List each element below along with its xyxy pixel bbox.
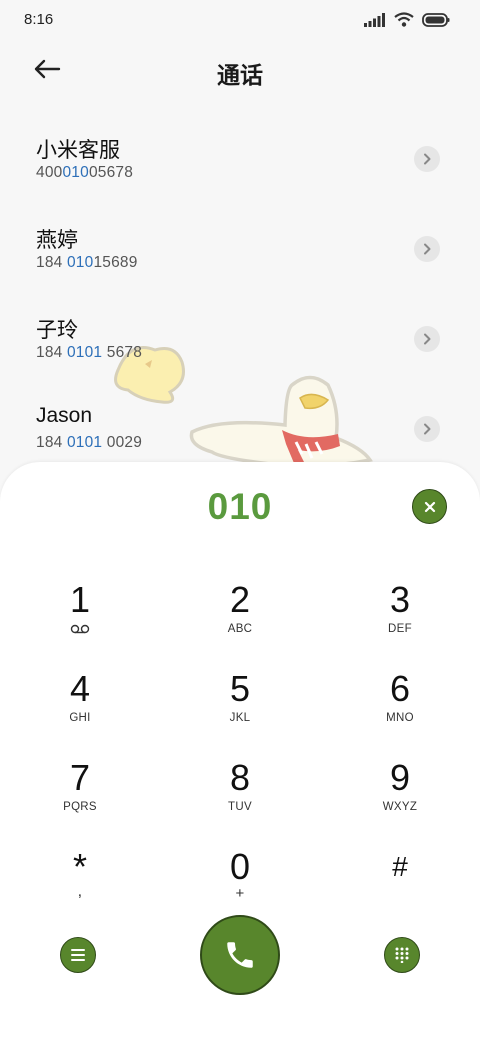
voicemail-icon <box>70 624 90 634</box>
contact-result-item[interactable]: 子玲 184 0101 5678 <box>0 292 480 382</box>
dial-key-6[interactable]: 6 MNO <box>340 669 460 749</box>
menu-icon <box>71 949 85 961</box>
contact-number: 184 01015689 <box>36 254 138 271</box>
key-letters: GHI <box>69 712 91 724</box>
status-icons <box>364 12 450 27</box>
key-letters: + <box>235 885 245 902</box>
key-digit: * <box>72 846 87 887</box>
contact-name: 小米客服 <box>36 139 120 162</box>
call-button[interactable] <box>200 915 280 995</box>
page-title: 通话 <box>217 62 263 88</box>
key-letters: TUV <box>228 801 252 813</box>
menu-button[interactable] <box>60 937 96 973</box>
dial-key-8[interactable]: 8 TUV <box>180 758 300 838</box>
key-digit: 3 <box>389 579 411 620</box>
chevron-right-icon <box>424 333 431 345</box>
contact-number: 184 0101 5678 <box>36 344 143 361</box>
status-bar: 8:16 <box>0 0 480 44</box>
key-digit: # <box>392 851 408 882</box>
dial-key-5[interactable]: 5 JKL <box>180 669 300 749</box>
key-digit: 0 <box>229 846 251 887</box>
header: 通话 <box>0 44 480 96</box>
contact-result-item[interactable]: 燕婷 184 01015689 <box>0 202 480 292</box>
signal-icon <box>364 12 385 27</box>
dial-key-4[interactable]: 4 GHI <box>20 669 140 749</box>
key-digit: 8 <box>229 757 251 798</box>
keypad-icon <box>395 947 409 963</box>
key-digit: 1 <box>69 579 91 620</box>
contact-detail-button[interactable] <box>414 326 440 352</box>
contact-result-item[interactable]: 小米客服 40001005678 <box>0 112 480 202</box>
key-digit: 5 <box>229 668 251 709</box>
close-icon <box>424 501 435 512</box>
key-digit: 9 <box>389 757 411 798</box>
phone-icon <box>227 942 253 968</box>
contact-results-list: 小米客服 40001005678 燕婷 184 01015689 子玲 184 … <box>0 112 480 472</box>
dialpad-panel: 010 1 2 ABC 3 DEF 4 GHI 5 JKL 6 MNO 7 PQ… <box>0 462 480 1040</box>
dial-key-hash[interactable]: # <box>340 847 460 927</box>
contact-detail-button[interactable] <box>414 236 440 262</box>
wifi-icon <box>394 12 414 27</box>
key-letters: WXYZ <box>382 801 418 813</box>
dial-key-2[interactable]: 2 ABC <box>180 580 300 660</box>
key-digit: 4 <box>69 668 91 709</box>
key-digit: 2 <box>229 579 251 620</box>
dial-key-3[interactable]: 3 DEF <box>340 580 460 660</box>
key-digit: 7 <box>69 757 91 798</box>
contact-number: 184 0101 0029 <box>36 434 143 451</box>
contact-number: 40001005678 <box>36 164 134 181</box>
battery-icon <box>422 12 450 27</box>
dial-key-1[interactable]: 1 <box>20 580 140 660</box>
dial-key-star[interactable]: * , <box>20 847 140 927</box>
contact-name: 燕婷 <box>36 229 78 252</box>
key-letters: , <box>77 883 83 900</box>
dialed-number-display: 010 <box>207 486 273 527</box>
clear-input-button[interactable] <box>412 489 447 524</box>
contact-name: Jason <box>36 404 93 427</box>
chevron-right-icon <box>424 153 431 165</box>
key-letters: MNO <box>386 712 414 724</box>
dial-key-9[interactable]: 9 WXYZ <box>340 758 460 838</box>
key-letters: JKL <box>229 712 251 724</box>
contact-detail-button[interactable] <box>414 146 440 172</box>
key-letters: ABC <box>227 623 253 635</box>
key-digit: 6 <box>389 668 411 709</box>
key-letters: DEF <box>388 623 412 635</box>
keypad-toggle-button[interactable] <box>384 937 420 973</box>
status-time: 8:16 <box>24 11 54 28</box>
chevron-right-icon <box>424 423 431 435</box>
chevron-right-icon <box>424 243 431 255</box>
contact-detail-button[interactable] <box>414 416 440 442</box>
contact-result-item[interactable]: Jason 184 0101 0029 <box>0 382 480 472</box>
dial-key-7[interactable]: 7 PQRS <box>20 758 140 838</box>
contact-name: 子玲 <box>36 319 78 342</box>
key-letters: PQRS <box>63 801 97 813</box>
